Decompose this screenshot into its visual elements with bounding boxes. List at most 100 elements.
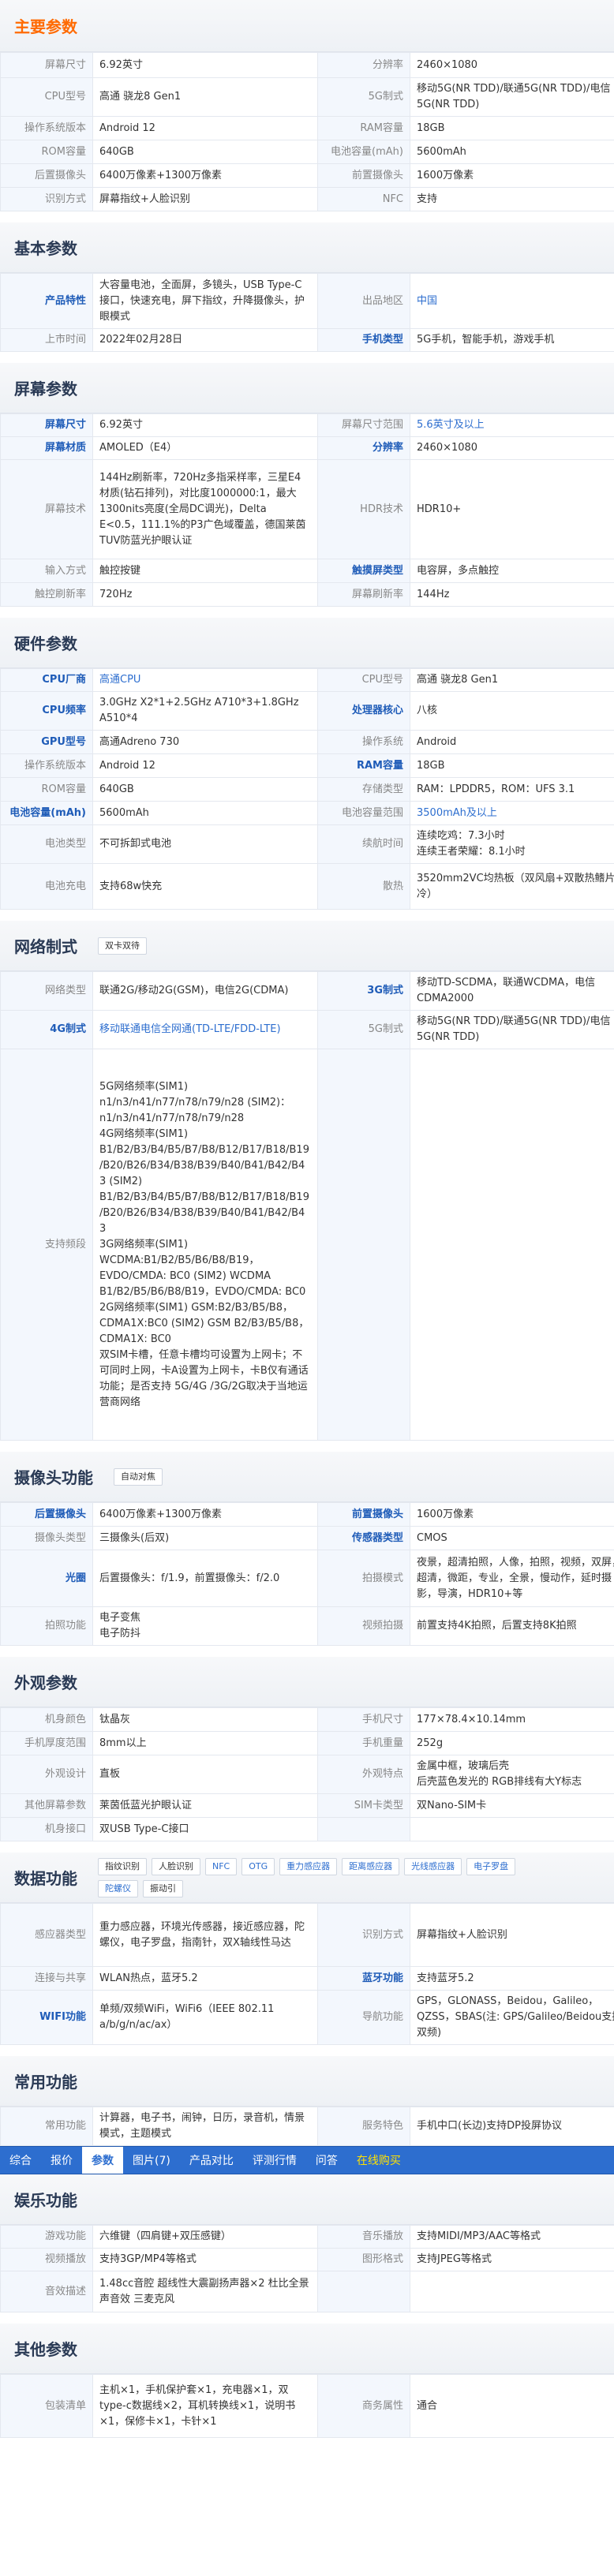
spec-label: 操作系统版本: [0, 753, 93, 778]
feature-tag[interactable]: 陀螺仪: [98, 1879, 138, 1897]
spec-value: 屏幕指纹+人脸识别: [92, 187, 318, 211]
table-row: 感应器类型 重力感应器，环境光传感器，接近感应器，陀螺仪，电子罗盘，指南针，双X轴…: [0, 1903, 614, 1967]
spec-value: [410, 2271, 614, 2312]
section-hardware: 硬件参数 CPU厂商 高通CPU CPU型号 高通 骁龙8 Gen1 CPU频率 3.0GH…: [0, 618, 614, 921]
spec-value: 177×78.4×10.14mm: [410, 1707, 614, 1732]
nav-tab-7[interactable]: 在线购买: [347, 2147, 410, 2174]
feature-tag[interactable]: 重力感应器: [279, 1857, 338, 1875]
spec-value[interactable]: 高通CPU: [92, 668, 318, 692]
spec-value: 六维键（四肩键+双压感键）: [92, 2225, 318, 2249]
nav-tab-3[interactable]: 图片(7): [123, 2147, 180, 2174]
spec-label: 前置摄像头: [317, 163, 410, 188]
spec-label: RAM容量: [317, 116, 410, 140]
spec-value: 双USB Type-C接口: [92, 1817, 318, 1841]
spec-table: 常用功能 计算器，电子书，闹钟，日历，录音机，情景模式，主题模式 服务特色 手机中口(…: [0, 2107, 614, 2146]
spec-label: 电池容量范围: [317, 801, 410, 825]
spec-table: 后置摄像头 6400万像素+1300万像素 前置摄像头 1600万像素 摄像头类型 三摄像…: [0, 1502, 614, 1646]
spec-value: Android 12: [92, 753, 318, 778]
table-row: 游戏功能 六维键（四肩键+双压感键） 音乐播放 支持MIDI/MP3/AAC等格式: [0, 2225, 614, 2249]
spec-value: 后置摄像头：f/1.9，前置摄像头：f/2.0: [92, 1550, 318, 1607]
spec-value[interactable]: 5.6英寸及以上: [410, 413, 614, 437]
feature-tag[interactable]: 双卡双待: [98, 937, 147, 955]
spec-label: WIFI功能: [0, 1990, 93, 2045]
spec-value: [410, 1817, 614, 1841]
spec-label: 识别方式: [0, 187, 93, 211]
spec-value: 2022年02月28日: [92, 328, 318, 352]
spec-value: 支持JPEG等格式: [410, 2248, 614, 2271]
table-row: 网络类型 联通2G/移动2G(GSM)，电信2G(CDMA) 3G制式 移动TD-SC…: [0, 971, 614, 1011]
spec-value: RAM：LPDDR5，ROM：UFS 3.1: [410, 777, 614, 802]
spec-label: 蓝牙功能: [317, 1966, 410, 1991]
spec-label: 摄像头类型: [0, 1526, 93, 1550]
feature-tag[interactable]: 电子罗盘: [466, 1857, 516, 1875]
spec-label: 处理器核心: [317, 691, 410, 731]
table-row: 上市时间 2022年02月28日 手机类型 5G手机，智能手机，游戏手机: [0, 328, 614, 352]
nav-tab-5[interactable]: 评测行情: [243, 2147, 306, 2174]
table-row: 连接与共享 WLAN热点，蓝牙5.2 蓝牙功能 支持蓝牙5.2: [0, 1966, 614, 1991]
spec-value: 主机×1，手机保护套×1，充电器×1，双type-c数据线×2，耳机转换线×1，…: [92, 2374, 318, 2438]
section-header: 基本参数: [0, 222, 614, 273]
table-row: 手机厚度范围 8mm以上 手机重量 252g: [0, 1731, 614, 1755]
spec-label: 分辨率: [317, 52, 410, 78]
table-row: 操作系统版本 Android 12 RAM容量 18GB: [0, 116, 614, 140]
feature-tag[interactable]: 距离感应器: [342, 1857, 400, 1875]
spec-value: 屏幕指纹+人脸识别: [410, 1903, 614, 1967]
spec-value[interactable]: 移动联通电信全网通(TD-LTE/FDD-LTE): [92, 1010, 318, 1049]
feature-tags: 双卡双待: [98, 937, 147, 955]
table-row: 外观设计 直板 外观特点 金属中框，玻璃后壳 后壳蓝色发光的 RGB排线有大Y标志: [0, 1755, 614, 1794]
table-row: CPU厂商 高通CPU CPU型号 高通 骁龙8 Gen1: [0, 668, 614, 692]
spec-value[interactable]: 3500mAh及以上: [410, 801, 614, 825]
section-header: 屏幕参数: [0, 363, 614, 413]
table-row: 支持频段 5G网络频率(SIM1) n1/n3/n41/n77/n78/n79/n…: [0, 1049, 614, 1441]
feature-tag[interactable]: 光线感应器: [404, 1857, 462, 1875]
spec-line: 2G网络频率(SIM1) GSM:B2/B3/B5/B8，CDMA1X:BC0 …: [99, 1301, 309, 1345]
spec-value: 移动5G(NR TDD)/联通5G(NR TDD)/电信 5G(NR TDD): [410, 77, 614, 117]
section-header: 常用功能: [0, 2056, 614, 2107]
section-basic: 基本参数 产品特性 大容量电池，全面屏，多镜头，USB Type-C接口，快速充电，…: [0, 222, 614, 363]
feature-tags: 自动对焦: [114, 1467, 163, 1486]
nav-tab-0[interactable]: 综合: [0, 2147, 41, 2174]
spec-value: 640GB: [92, 777, 318, 802]
section-main-params: 主要参数 屏幕尺寸 6.92英寸 分辨率 2460×1080 CPU型号 高通 骁龙8 Ge…: [0, 0, 614, 222]
feature-tag[interactable]: NFC: [205, 1857, 238, 1875]
nav-tab-1[interactable]: 报价: [41, 2147, 82, 2174]
spec-value[interactable]: 中国: [410, 273, 614, 329]
feature-tag[interactable]: 振动引: [143, 1879, 183, 1897]
feature-tag[interactable]: OTG: [241, 1857, 275, 1875]
spec-label: GPU型号: [0, 730, 93, 754]
spec-value: 高通 骁龙8 Gen1: [92, 77, 318, 117]
nav-tab-2[interactable]: 参数: [82, 2147, 123, 2174]
section-title: 数据功能: [14, 1869, 77, 1888]
spec-value: 金属中框，玻璃后壳 后壳蓝色发光的 RGB排线有大Y标志: [410, 1755, 614, 1794]
feature-tag[interactable]: 自动对焦: [114, 1467, 163, 1486]
spec-value: 重力感应器，环境光传感器，接近感应器，陀螺仪，电子罗盘，指南针，双X轴线性马达: [92, 1903, 318, 1967]
spec-value: 5600mAh: [410, 140, 614, 164]
feature-tag[interactable]: 人脸识别: [152, 1857, 200, 1875]
spec-label: 导航功能: [317, 1990, 410, 2045]
spec-label: CPU型号: [0, 77, 93, 117]
spec-value: 支持: [410, 187, 614, 211]
spec-label: 操作系统版本: [0, 116, 93, 140]
spec-label: 5G制式: [317, 77, 410, 117]
spec-label: 出品地区: [317, 273, 410, 329]
spec-value: 八核: [410, 691, 614, 731]
feature-tag[interactable]: 指纹识别: [98, 1857, 147, 1875]
section-gap: [0, 1441, 614, 1452]
spec-label: 5G制式: [317, 1010, 410, 1049]
spec-line: 后壳蓝色发光的 RGB排线有大Y标志: [417, 1776, 582, 1788]
table-row: WIFI功能 单频/双频WiFi，WiFi6（IEEE 802.11 a/b/g/…: [0, 1990, 614, 2045]
spec-value: WLAN热点，蓝牙5.2: [92, 1966, 318, 1991]
spec-label: NFC: [317, 187, 410, 211]
spec-table: 感应器类型 重力感应器，环境光传感器，接近感应器，陀螺仪，电子罗盘，指南针，双X轴…: [0, 1903, 614, 2045]
spec-value: 252g: [410, 1731, 614, 1755]
nav-tab-4[interactable]: 产品对比: [180, 2147, 243, 2174]
spec-label: RAM容量: [317, 753, 410, 778]
spec-label: 3G制式: [317, 971, 410, 1011]
section-gap: [0, 2312, 614, 2324]
spec-value: 计算器，电子书，闹钟，日历，录音机，情景模式，主题模式: [92, 2107, 318, 2146]
section-gap: [0, 910, 614, 921]
spec-value: 8mm以上: [92, 1731, 318, 1755]
section-title: 基本参数: [14, 239, 77, 258]
table-row: ROM容量 640GB 存储类型 RAM：LPDDR5，ROM：UFS 3.1: [0, 777, 614, 802]
nav-tab-6[interactable]: 问答: [306, 2147, 347, 2174]
